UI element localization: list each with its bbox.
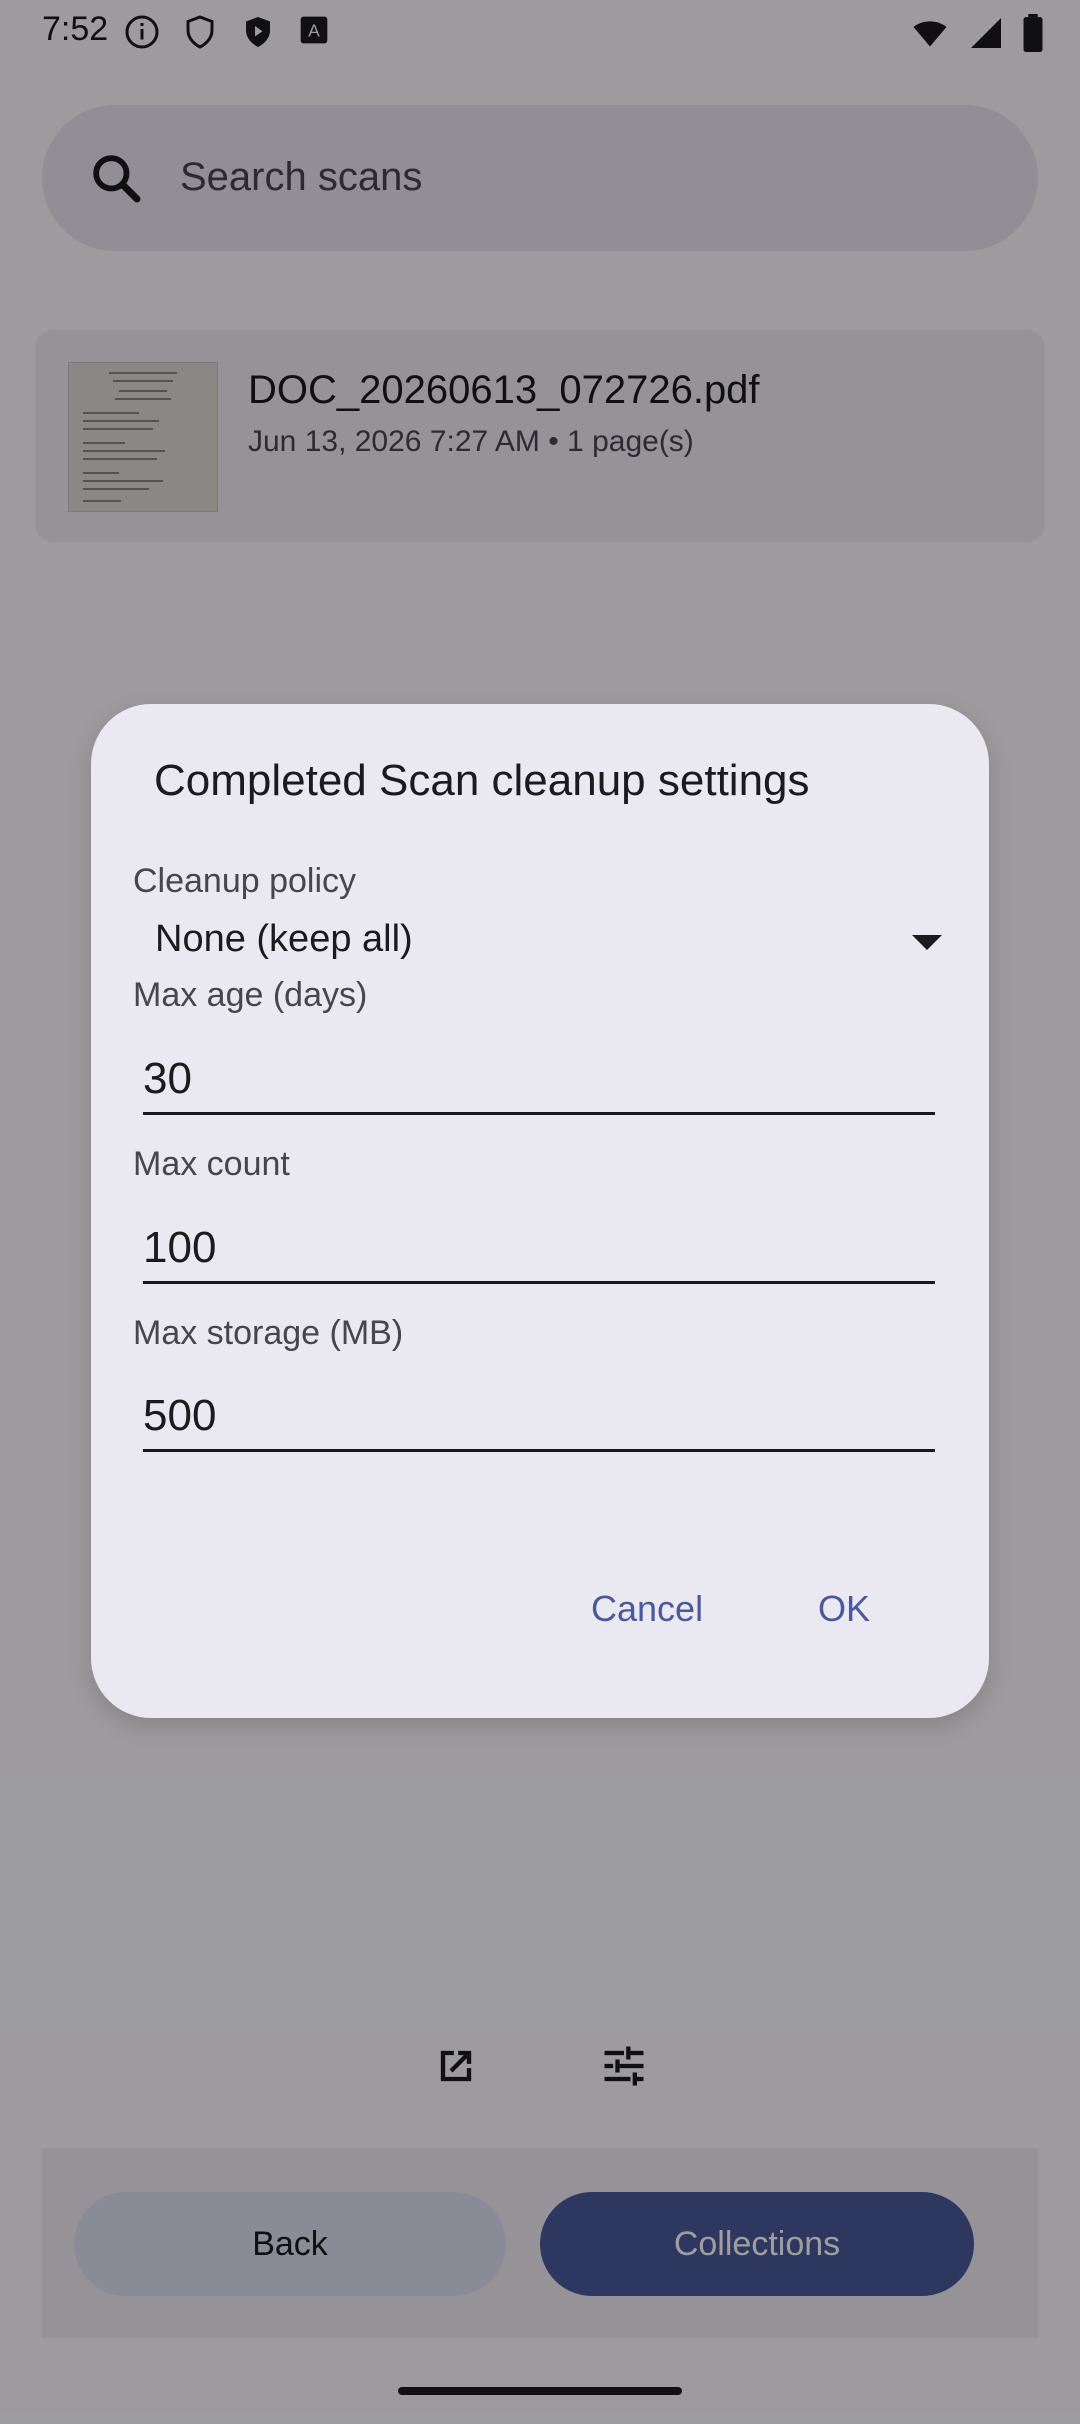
dialog-title: Completed Scan cleanup settings bbox=[154, 756, 810, 805]
dropdown-arrow-icon bbox=[912, 935, 942, 950]
cleanup-policy-value: None (keep all) bbox=[155, 918, 413, 960]
max-count-value: 100 bbox=[143, 1223, 217, 1272]
max-storage-field[interactable]: 500 bbox=[143, 1387, 935, 1452]
cleanup-policy-dropdown[interactable]: None (keep all) bbox=[133, 908, 973, 978]
cleanup-policy-label: Cleanup policy bbox=[133, 862, 357, 900]
cleanup-settings-dialog: Completed Scan cleanup settings Cleanup … bbox=[91, 704, 989, 1718]
max-count-label: Max count bbox=[133, 1145, 290, 1183]
ok-button[interactable]: OK bbox=[818, 1588, 870, 1630]
max-storage-label: Max storage (MB) bbox=[133, 1314, 404, 1352]
max-age-label: Max age (days) bbox=[133, 976, 368, 1014]
max-storage-value: 500 bbox=[143, 1391, 217, 1440]
max-age-value: 30 bbox=[143, 1054, 192, 1103]
max-count-field[interactable]: 100 bbox=[143, 1219, 935, 1284]
max-age-field[interactable]: 30 bbox=[143, 1050, 935, 1115]
cancel-button[interactable]: Cancel bbox=[591, 1588, 703, 1630]
